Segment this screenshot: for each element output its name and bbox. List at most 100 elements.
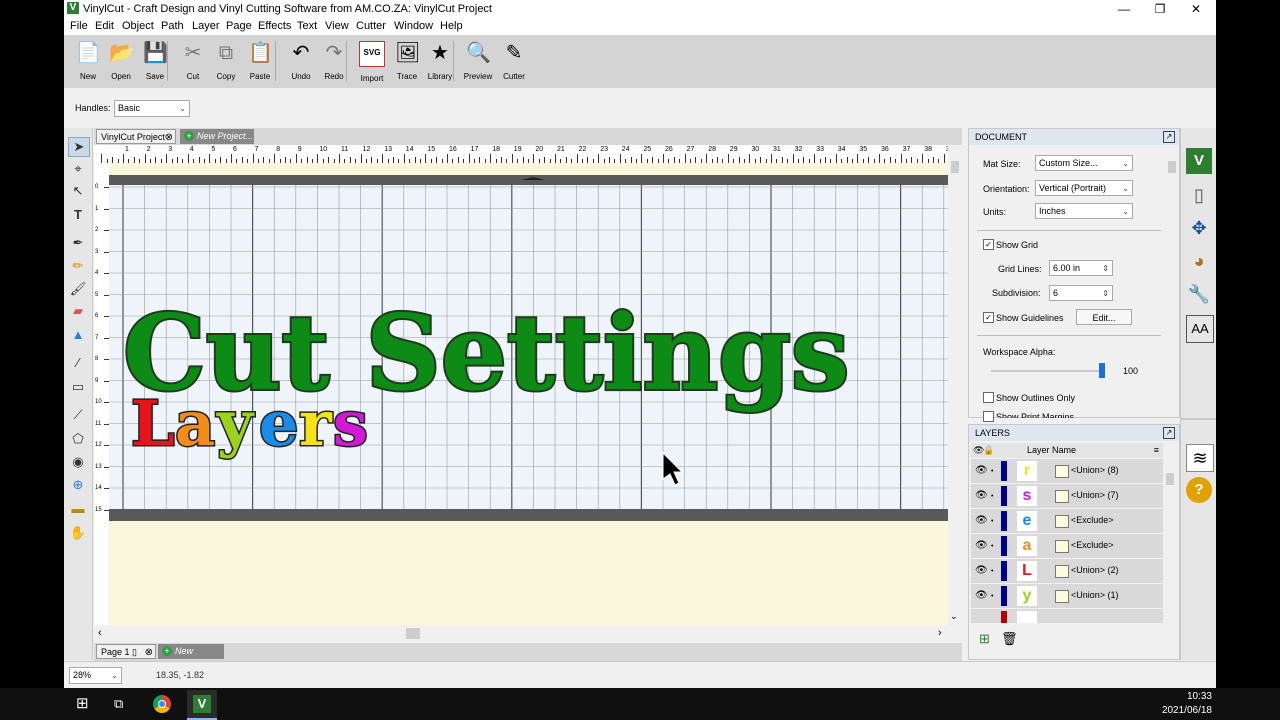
eraser-tool-icon[interactable]: ▰ (68, 302, 88, 320)
visibility-eye-icon[interactable]: 👁 (975, 490, 988, 501)
layer-row[interactable]: 👁 • a <Exclude> (971, 534, 1163, 559)
scroll-down-icon[interactable]: ⌄ (950, 611, 958, 622)
preview-button[interactable]: 🔍 Preview (462, 41, 494, 81)
library-button[interactable]: ★ Library (424, 41, 456, 81)
layer-color-swatch[interactable] (1001, 461, 1007, 481)
layer-row[interactable]: 👁 • r <Union> (8) (971, 459, 1163, 484)
layer-color-swatch[interactable] (1001, 611, 1007, 623)
task-view-icon[interactable]: ⧉ (114, 696, 123, 712)
menu-path[interactable]: Path (161, 20, 184, 32)
orientation-select[interactable]: Vertical (Portrait) ⌄ (1035, 180, 1133, 196)
lock-dot-icon[interactable]: • (991, 518, 993, 525)
open-button[interactable]: 📂 Open (105, 41, 137, 81)
menu-help[interactable]: Help (440, 20, 463, 32)
lock-dot-icon[interactable]: • (991, 568, 993, 575)
layer-row[interactable]: 👁 • s <Union> (7) (971, 484, 1163, 509)
knife-tool-icon[interactable]: ⟋ (68, 406, 88, 424)
transform-tool-icon[interactable]: ⬠ (68, 430, 88, 448)
workspace-alpha-slider-handle[interactable] (1099, 363, 1105, 378)
show-guidelines-checkbox[interactable]: ✓ (983, 312, 994, 323)
zoom-select[interactable]: 28% ⌄ (69, 667, 122, 684)
subdivision-input[interactable]: 6 ⇕ (1049, 285, 1113, 301)
units-select[interactable]: Inches ⌄ (1035, 203, 1133, 219)
layer-row[interactable]: 👁 • L <Union> (2) (971, 559, 1163, 584)
layer-color-swatch[interactable] (1001, 511, 1007, 531)
vertical-scrollbar[interactable]: ⌄ (948, 145, 962, 625)
layer-name[interactable]: <Union> (1) (1071, 590, 1119, 600)
visibility-eye-icon[interactable]: 👁 (975, 565, 988, 576)
chrome-icon[interactable] (153, 695, 171, 713)
header-menu-icon[interactable]: ≡ (1154, 443, 1159, 458)
layer-name[interactable]: <Exclude> (1071, 515, 1114, 525)
weld-tool-icon[interactable]: ◉ (68, 453, 88, 471)
text-tool-icon[interactable]: T (68, 206, 88, 224)
pencil-tool-icon[interactable]: ✏ (68, 257, 88, 275)
show-grid-checkbox[interactable]: ✓ (983, 239, 994, 250)
menu-layer[interactable]: Layer (192, 20, 220, 32)
shape-tool-icon[interactable]: ▲ (68, 326, 88, 344)
cutter-button[interactable]: ✎ Cutter (498, 41, 530, 81)
close-tab-icon[interactable]: ⊗ (165, 130, 173, 145)
spinner-icon[interactable]: ⇕ (1102, 286, 1109, 301)
tools-wrench-icon[interactable]: 🔧 (1186, 281, 1212, 307)
transform-panel-icon[interactable]: ✥ (1186, 215, 1212, 241)
design-canvas[interactable]: Cut Settings Layers (109, 163, 948, 625)
menu-edit[interactable]: Edit (95, 20, 114, 32)
panel-popout-icon[interactable]: ↗ (1163, 427, 1175, 439)
lock-dot-icon[interactable]: • (991, 468, 993, 475)
vinylcut-taskbar-button[interactable]: V (187, 690, 217, 720)
layer-color-swatch[interactable] (1001, 586, 1007, 606)
tab-vinylcut-project[interactable]: VinylCut Project ⊗ (96, 129, 176, 144)
new-button[interactable]: 📄 New (72, 41, 104, 81)
tab-new-project[interactable]: + New Project... (180, 129, 254, 144)
menu-view[interactable]: View (325, 20, 349, 32)
layers-scrollbar[interactable] (1165, 459, 1175, 623)
menu-object[interactable]: Object (122, 20, 154, 32)
show-outlines-checkbox[interactable] (983, 392, 994, 403)
workspace-alpha-slider[interactable] (991, 370, 1103, 372)
panel-popout-icon[interactable]: ↗ (1163, 131, 1175, 143)
node-select-tool-icon[interactable]: ⌖ (68, 160, 88, 178)
restore-button[interactable]: ❐ (1142, 0, 1178, 18)
tab-new-page[interactable]: +New Page... (158, 644, 224, 671)
add-layer-icon[interactable]: ⊞ (979, 631, 990, 647)
lock-dot-icon[interactable]: • (991, 593, 993, 600)
measure-tool-icon[interactable]: ▬ (68, 500, 88, 518)
layer-row[interactable] (971, 609, 1163, 623)
lock-dot-icon[interactable]: • (991, 543, 993, 550)
brush-tool-icon[interactable]: 🖌 (68, 280, 88, 298)
mat-size-select[interactable]: Custom Size... ⌄ (1035, 155, 1133, 171)
import-button[interactable]: SVG Import (356, 41, 388, 83)
layer-color-swatch[interactable] (1001, 486, 1007, 506)
minimize-button[interactable]: — (1106, 0, 1142, 18)
layer-row[interactable]: 👁 • e <Exclude> (971, 509, 1163, 534)
windows-start-icon[interactable]: ⊞ (76, 696, 92, 712)
spinner-icon[interactable]: ⇕ (1102, 261, 1109, 276)
layers-panel-icon[interactable]: ≋ (1186, 444, 1214, 472)
help-icon[interactable]: ? (1186, 477, 1212, 503)
menu-page[interactable]: Page (226, 20, 252, 32)
grid-lines-input[interactable]: 6.00 in ⇕ (1049, 260, 1113, 276)
close-page-icon[interactable]: ⊗ (145, 645, 153, 660)
layer-row[interactable]: 👁 • y <Union> (1) (971, 584, 1163, 609)
visibility-eye-icon[interactable]: 👁 (975, 540, 988, 551)
vinylcut-panel-icon[interactable]: V (1186, 148, 1212, 174)
text-panel-icon[interactable]: AA (1186, 315, 1214, 343)
menu-file[interactable]: File (70, 20, 88, 32)
menu-text[interactable]: Text (297, 20, 317, 32)
scroll-right-icon[interactable]: › (938, 627, 942, 639)
horizontal-scrollbar[interactable]: ‹ › (94, 625, 948, 642)
document-panel-scrollbar[interactable] (1167, 147, 1177, 415)
zoom-tool-icon[interactable]: ⊕ (68, 476, 88, 494)
layers-letter[interactable]: e (258, 386, 300, 462)
undo-button[interactable]: ↶ Undo (285, 41, 317, 81)
delete-layer-icon[interactable]: 🗑 (1001, 631, 1018, 647)
scroll-left-icon[interactable]: ‹ (98, 627, 102, 639)
document-panel-icon[interactable]: ▯ (1186, 182, 1212, 208)
visibility-eye-icon[interactable]: 👁 (975, 465, 988, 476)
layers-letter[interactable]: s (332, 386, 370, 462)
menu-window[interactable]: Window (394, 20, 433, 32)
pan-tool-icon[interactable]: ✋ (68, 524, 88, 542)
close-button[interactable]: ✕ (1178, 0, 1214, 18)
horizontal-scroll-thumb[interactable] (406, 628, 420, 639)
